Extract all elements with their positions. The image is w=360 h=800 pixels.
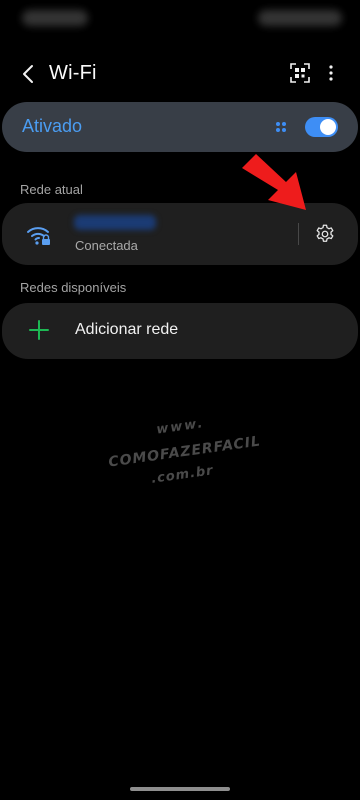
status-time-blurred — [22, 10, 88, 26]
more-options-button[interactable] — [323, 62, 339, 84]
wifi-status-label: Ativado — [22, 116, 83, 136]
watermark-line-2: COMOFAZERFACIL — [107, 433, 262, 471]
section-label-available: Redes disponíveis — [20, 280, 127, 295]
status-icons-blurred — [258, 10, 342, 26]
chevron-left-icon — [23, 65, 33, 83]
page-title: Wi-Fi — [49, 62, 97, 84]
plus-icon — [29, 320, 49, 340]
divider — [298, 223, 299, 245]
switch-knob — [320, 119, 336, 135]
scan-dots-icon[interactable] — [275, 121, 287, 133]
home-indicator[interactable] — [130, 787, 230, 791]
qr-scan-icon — [290, 63, 310, 83]
wifi-secured-icon — [27, 227, 50, 245]
watermark: www. COMOFAZERFACIL .com.br — [104, 409, 261, 487]
qr-scan-button[interactable] — [289, 62, 311, 84]
gear-icon — [316, 224, 334, 242]
back-button[interactable] — [16, 60, 40, 88]
wifi-toggle-row[interactable]: Ativado — [2, 102, 358, 152]
add-network-label: Adicionar rede — [75, 321, 179, 338]
add-network-row[interactable]: Adicionar rede — [2, 303, 358, 359]
watermark-line-3: .com.br — [150, 463, 215, 487]
network-status: Conectada — [75, 238, 138, 253]
network-name-blurred — [74, 215, 156, 230]
status-bar — [0, 0, 360, 36]
network-settings-button[interactable] — [314, 223, 336, 245]
red-arrow-annotation — [242, 154, 306, 210]
wifi-switch[interactable] — [305, 117, 338, 137]
more-vert-icon — [329, 65, 333, 81]
app-header: Wi-Fi — [0, 56, 360, 92]
section-label-current: Rede atual — [20, 182, 83, 197]
watermark-line-1: www. — [155, 416, 206, 438]
